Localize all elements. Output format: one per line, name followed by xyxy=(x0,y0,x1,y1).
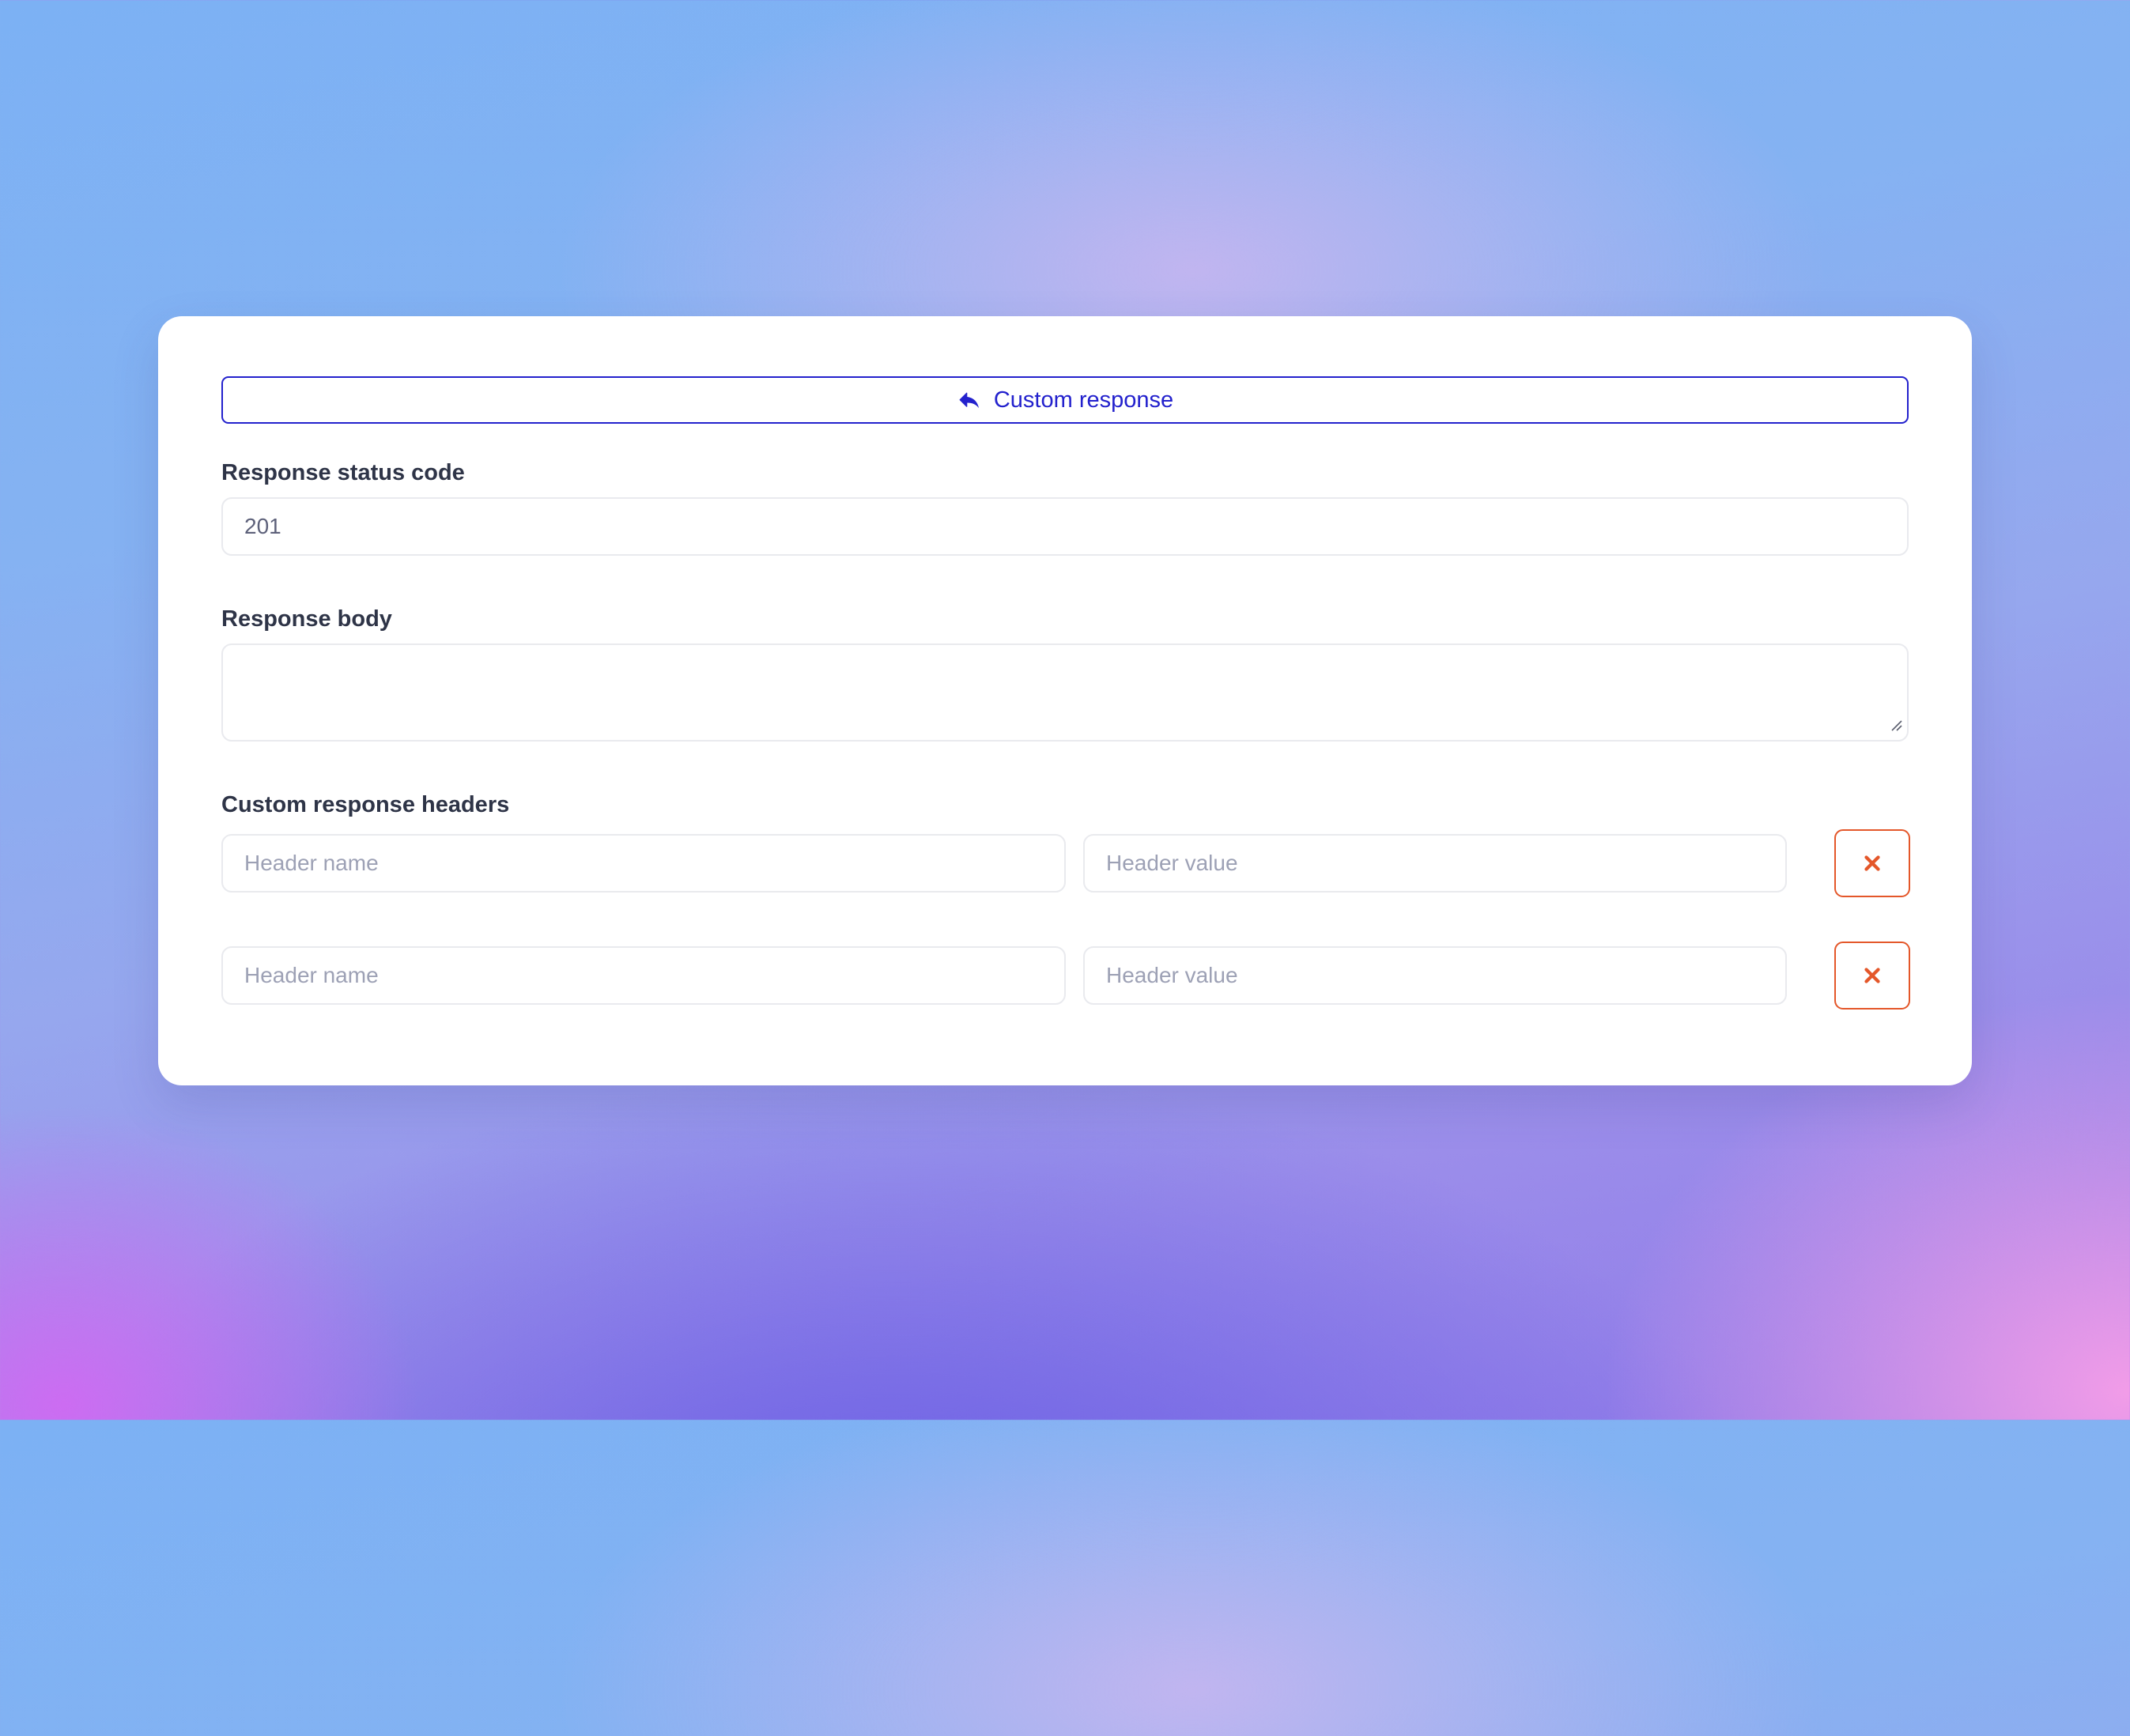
custom-response-headers-group: Custom response headers xyxy=(221,791,1909,1010)
remove-header-button[interactable] xyxy=(1834,829,1910,897)
custom-response-headers-label: Custom response headers xyxy=(221,791,1909,819)
remove-header-button[interactable] xyxy=(1834,942,1910,1010)
x-icon xyxy=(1860,851,1884,875)
header-row xyxy=(221,942,1909,1010)
response-status-code-input[interactable] xyxy=(221,497,1909,556)
custom-response-button-label: Custom response xyxy=(994,387,1173,413)
header-value-input[interactable] xyxy=(1083,946,1787,1005)
header-name-input[interactable] xyxy=(221,834,1066,893)
custom-response-card: Custom response Response status code Res… xyxy=(158,316,1972,1085)
response-status-code-group: Response status code xyxy=(221,459,1909,556)
response-body-group: Response body xyxy=(221,605,1909,742)
reply-arrow-icon xyxy=(957,387,982,413)
header-row xyxy=(221,829,1909,897)
header-value-input[interactable] xyxy=(1083,834,1787,893)
response-body-label: Response body xyxy=(221,605,1909,633)
response-body-textarea[interactable] xyxy=(221,643,1909,742)
custom-response-button[interactable]: Custom response xyxy=(221,376,1909,424)
response-status-code-label: Response status code xyxy=(221,459,1909,487)
x-icon xyxy=(1860,964,1884,987)
header-name-input[interactable] xyxy=(221,946,1066,1005)
